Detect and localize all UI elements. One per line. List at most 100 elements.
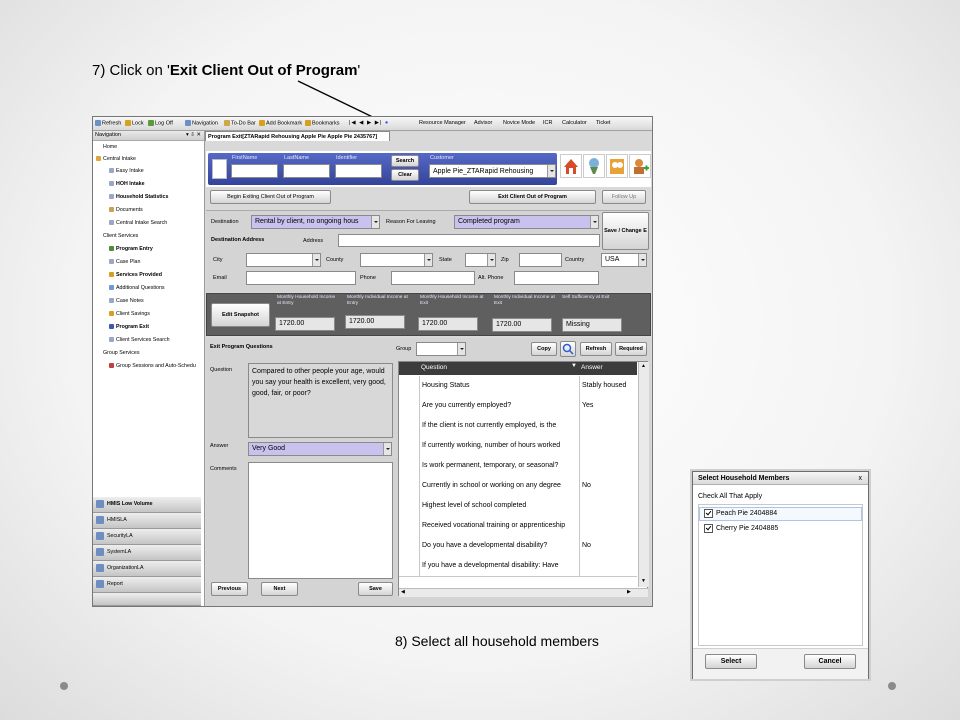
todo-bar-button[interactable]: To-Do Bar — [224, 120, 256, 126]
accordion-hmis-low-volume[interactable]: HMIS Low Volume — [93, 497, 201, 513]
ticket-button[interactable]: Ticket — [596, 120, 610, 126]
destination-select[interactable]: Rental by client, no ongoing hous — [251, 215, 380, 229]
scroll-down-icon[interactable]: ▼ — [641, 578, 646, 584]
table-row[interactable]: Received vocational training or apprenti… — [399, 516, 637, 537]
accordion-report[interactable]: Report — [93, 577, 201, 593]
filter-icon[interactable]: ▼ — [571, 363, 577, 369]
record-nav-buttons[interactable]: |◀ ◀ ▶ ▶| ● — [349, 120, 389, 126]
tree-item-services-provided[interactable]: Services Provided — [109, 272, 162, 278]
tree-item-case-notes[interactable]: Case Notes — [109, 298, 144, 304]
member-row[interactable]: Cherry Pie 2404885 — [699, 523, 862, 537]
tree-item-documents[interactable]: Documents — [109, 207, 143, 213]
tree-item-easy-intake[interactable]: Easy Intake — [109, 168, 144, 174]
scroll-up-icon[interactable]: ▲ — [641, 363, 646, 369]
table-row[interactable]: If the client is not currently employed,… — [399, 416, 637, 437]
answer-select[interactable]: Very Good — [248, 442, 392, 456]
select-button[interactable]: Select — [705, 654, 757, 669]
table-row[interactable]: Is work permanent, temporary, or seasona… — [399, 456, 637, 477]
cancel-button[interactable]: Cancel — [804, 654, 856, 669]
add-bookmark-button[interactable]: Add Bookmark — [259, 120, 302, 126]
tree-item-program-exit[interactable]: Program Exit — [109, 324, 149, 330]
follow-up-button[interactable]: Follow Up — [602, 190, 646, 204]
advisor-button[interactable]: Advisor — [474, 120, 492, 126]
grid-horizontal-scrollbar[interactable]: ◀ ▶ — [399, 588, 648, 597]
home-icon[interactable] — [560, 154, 582, 178]
checkbox-checked[interactable] — [704, 523, 713, 533]
previous-button[interactable]: Previous — [211, 582, 248, 596]
tree-item-hoh-intake[interactable]: HOH Intake — [109, 181, 145, 187]
accordion-systemla[interactable]: SystemLA — [93, 545, 201, 561]
table-row[interactable]: If you have a developmental disability: … — [399, 556, 637, 577]
add-client-icon[interactable] — [629, 154, 651, 178]
grid-vertical-scrollbar[interactable]: ▲ ▼ — [638, 362, 649, 587]
close-icon[interactable]: x — [859, 472, 863, 485]
calculator-button[interactable]: Calculator — [562, 120, 587, 126]
tree-item-central-intake[interactable]: Central Intake — [96, 156, 136, 162]
question-column-header[interactable]: Question — [421, 364, 447, 371]
lock-button[interactable]: Lock — [125, 120, 144, 126]
household-icon[interactable] — [606, 154, 628, 178]
comments-textarea[interactable] — [248, 462, 393, 579]
save-button[interactable]: Save — [358, 582, 393, 596]
member-row[interactable]: Peach Pie 2404884 — [699, 507, 862, 521]
program-exit-tab[interactable]: Program Exit[ZTARapid Rehousing Apple Pi… — [205, 131, 390, 141]
pane-controls[interactable]: ▾ ⇩ ✕ — [186, 131, 201, 140]
city-select[interactable] — [246, 253, 321, 267]
bookmarks-button[interactable]: Bookmarks — [305, 120, 340, 126]
country-select[interactable]: USA — [601, 253, 647, 267]
tree-item-central-intake-search[interactable]: Central Intake Search — [109, 220, 167, 226]
novice-mode-button[interactable]: Novice Mode — [503, 120, 535, 126]
save-change-exit-button[interactable]: Save / Change E — [602, 212, 649, 250]
tree-item-home[interactable]: Home — [103, 144, 117, 150]
filter-icon[interactable] — [583, 154, 605, 178]
phone-input[interactable] — [391, 271, 475, 285]
search-button[interactable]: Search — [391, 155, 419, 167]
lastname-input[interactable] — [283, 164, 330, 178]
accordion-organizationla[interactable]: OrganizationLA — [93, 561, 201, 577]
firstname-input[interactable] — [231, 164, 278, 178]
copy-button[interactable]: Copy — [531, 342, 557, 356]
group-select[interactable] — [416, 342, 466, 356]
search-icon[interactable] — [560, 341, 576, 357]
tree-item-client-services[interactable]: Client Services — [96, 233, 138, 239]
navigation-button[interactable]: Navigation — [185, 120, 218, 126]
next-button[interactable]: Next — [261, 582, 298, 596]
customer-select[interactable]: Apple Pie_ZTARapid Rehousing — [429, 164, 556, 178]
zip-input[interactable] — [519, 253, 562, 267]
answer-column-header[interactable]: Answer — [581, 364, 603, 371]
table-row[interactable]: Are you currently employed? Yes — [399, 396, 637, 417]
tree-item-case-plan[interactable]: Case Plan — [109, 259, 140, 265]
reason-for-leaving-select[interactable]: Completed program — [454, 215, 599, 229]
accordion-securityla[interactable]: SecurityLA — [93, 529, 201, 545]
tree-item-group-services[interactable]: Group Services — [96, 350, 140, 356]
refresh-questions-button[interactable]: Refresh — [580, 342, 612, 356]
accordion-shortcut-bar[interactable] — [93, 593, 201, 606]
alt-phone-input[interactable] — [514, 271, 599, 285]
table-row[interactable]: Do you have a developmental disability? N… — [399, 536, 637, 557]
table-row[interactable]: If currently working, number of hours wo… — [399, 436, 637, 457]
table-row[interactable]: Highest level of school completed — [399, 496, 637, 517]
checkbox-checked[interactable] — [704, 508, 713, 518]
clear-button[interactable]: Clear — [391, 169, 419, 181]
refresh-button[interactable]: Refresh — [95, 120, 121, 126]
state-select[interactable] — [465, 253, 496, 267]
scroll-left-icon[interactable]: ◀ — [401, 589, 405, 595]
table-row[interactable]: Housing Status Stably housed — [399, 376, 637, 397]
identifier-input[interactable] — [335, 164, 382, 178]
tree-item-group-sessions[interactable]: Group Sessions and Auto-Schedu — [109, 363, 196, 369]
edit-snapshot-button[interactable]: Edit Snapshot — [211, 303, 270, 327]
required-button[interactable]: Required — [615, 342, 647, 356]
tree-item-client-savings[interactable]: Client Savings — [109, 311, 150, 317]
begin-exiting-button[interactable]: Begin Exiting Client Out of Program — [210, 190, 331, 204]
county-select[interactable] — [360, 253, 433, 267]
address-input[interactable] — [338, 234, 600, 247]
scroll-right-icon[interactable]: ▶ — [627, 589, 631, 595]
icr-button[interactable]: ICR — [543, 120, 552, 126]
table-row[interactable]: Currently in school or working on any de… — [399, 476, 637, 497]
accordion-hmisla[interactable]: HMISLA — [93, 513, 201, 529]
tree-item-client-services-search[interactable]: Client Services Search — [109, 337, 170, 343]
email-input[interactable] — [246, 271, 356, 285]
log-off-button[interactable]: Log Off — [148, 120, 173, 126]
tree-item-additional-questions[interactable]: Additional Questions — [109, 285, 165, 291]
resource-manager-button[interactable]: Resource Manager — [419, 120, 466, 126]
